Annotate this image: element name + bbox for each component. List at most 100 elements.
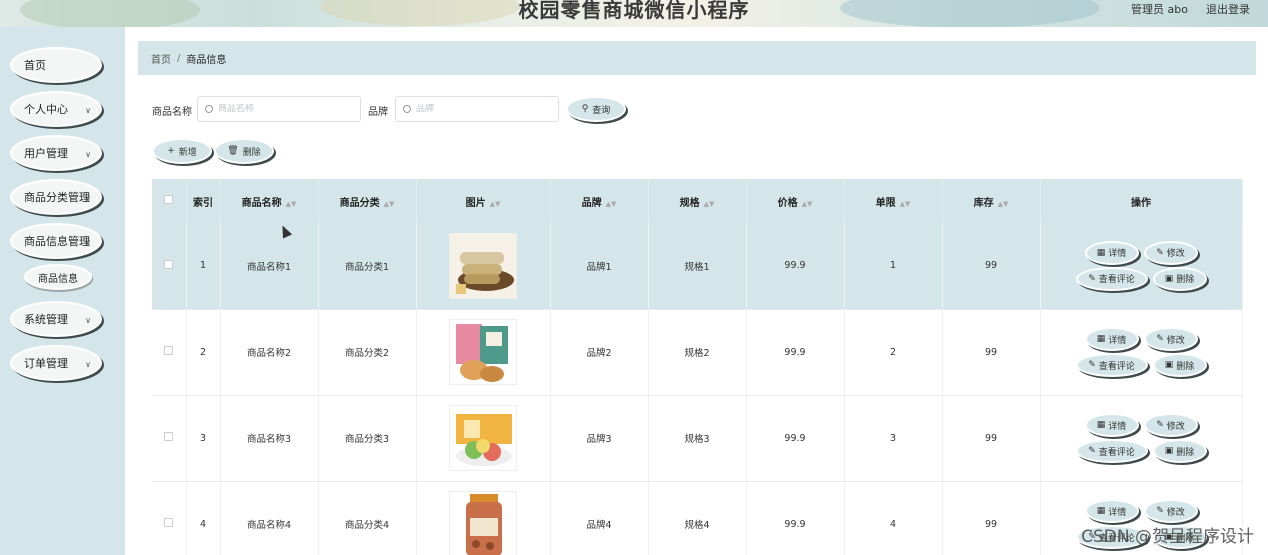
select-all-checkbox[interactable] (164, 195, 174, 204)
document-icon: ▦ (1096, 334, 1106, 344)
row-checkbox[interactable] (164, 432, 174, 441)
product-image[interactable] (449, 319, 517, 385)
edit-label: 修改 (1166, 507, 1185, 518)
view-comments-button[interactable]: ✎ 查看评论 (1075, 439, 1148, 463)
spec-cell: 规格3 (648, 395, 747, 482)
row-checkbox-cell[interactable] (152, 223, 187, 310)
sidebar-item-system-management[interactable]: 系统管理 ∨ (10, 301, 102, 337)
row-checkbox[interactable] (164, 259, 174, 269)
plus-icon: + (167, 146, 175, 156)
sort-icon[interactable]: ▲▼ (384, 200, 395, 208)
price-cell: 99.9 (746, 309, 845, 396)
detail-label: 详情 (1108, 507, 1127, 518)
breadcrumb-home[interactable]: 首页 (151, 51, 171, 66)
column-header-stock[interactable]: 库存 ▲▼ (942, 179, 1041, 223)
edit-button[interactable]: ✎ 修改 (1143, 499, 1198, 523)
detail-label: 详情 (1108, 421, 1127, 432)
sidebar-item-order-management[interactable]: 订单管理 ∨ (10, 345, 102, 381)
edit-button[interactable]: ✎ 修改 (1143, 327, 1198, 351)
sort-icon[interactable]: ▲▼ (900, 200, 911, 208)
product-image[interactable] (449, 405, 517, 471)
batch-delete-button[interactable]: 🗑 删除 (214, 138, 274, 164)
pencil-icon: ✎ (1156, 420, 1164, 430)
sidebar-item-label: 商品分类管理 (24, 191, 90, 204)
edit-label: 修改 (1166, 335, 1185, 346)
header-label: 规格 (679, 197, 700, 209)
row-checkbox-cell[interactable] (152, 395, 187, 482)
logout-link[interactable]: 退出登录 (1206, 1, 1250, 17)
column-header-brand[interactable]: 品牌 ▲▼ (550, 179, 649, 223)
image-cell (416, 481, 551, 555)
edit-label: 修改 (1166, 421, 1185, 432)
chevron-down-icon: ∨ (85, 194, 91, 203)
sidebar-subitem-product-info[interactable]: 商品信息 (24, 264, 92, 290)
detail-button[interactable]: ▦ 详情 (1084, 413, 1139, 437)
row-checkbox-cell[interactable] (152, 309, 187, 396)
row-checkbox-cell[interactable] (152, 481, 187, 555)
add-button-label: 新增 (178, 147, 197, 158)
sidebar-item-user-management[interactable]: 用户管理 ∨ (10, 135, 102, 171)
header-label: 库存 (973, 197, 994, 209)
search-brand-input[interactable] (416, 104, 536, 114)
sort-icon[interactable]: ▲▼ (606, 200, 617, 208)
sort-icon[interactable]: ▲▼ (490, 200, 501, 208)
delete-button[interactable]: ▣ 删除 (1152, 353, 1207, 377)
brand-cell: 品牌3 (550, 395, 649, 482)
action-row: ▦ 详情 ✎ 修改 (1041, 240, 1242, 265)
row-checkbox[interactable] (164, 346, 174, 355)
query-button-label: 查询 (592, 105, 611, 116)
sidebar-subitem-label: 商品信息 (38, 273, 78, 285)
sidebar: 首页 个人中心 ∨ 用户管理 ∨ 商品分类管理 ∨ 商品信息管理 ∨ 商品信息 … (0, 27, 125, 555)
product-image[interactable] (449, 491, 517, 555)
spec-cell: 规格2 (648, 309, 747, 396)
sidebar-item-category-management[interactable]: 商品分类管理 ∨ (10, 179, 102, 215)
stock-cell: 99 (942, 395, 1041, 482)
action-row: ✎ 查看评论 ▣ 删除 (1041, 439, 1242, 463)
price-cell: 99.9 (746, 395, 845, 482)
sort-icon[interactable]: ▲▼ (286, 200, 297, 208)
edit-button[interactable]: ✎ 修改 (1143, 240, 1198, 265)
product-image[interactable] (449, 232, 517, 299)
delete-button[interactable]: ▣ 删除 (1152, 266, 1207, 291)
column-header-spec[interactable]: 规格 ▲▼ (648, 179, 747, 223)
detail-button[interactable]: ▦ 详情 (1084, 327, 1139, 351)
stock-cell: 99 (942, 309, 1041, 396)
search-name-field[interactable] (197, 96, 361, 122)
edit-button[interactable]: ✎ 修改 (1143, 413, 1198, 437)
price-cell: 99.9 (746, 481, 845, 555)
select-all-header[interactable] (152, 179, 187, 223)
admin-user-label[interactable]: 管理员 abo (1131, 1, 1188, 17)
detail-button[interactable]: ▦ 详情 (1084, 240, 1139, 265)
column-header-limit[interactable]: 单限 ▲▼ (844, 179, 943, 223)
add-button[interactable]: + 新增 (152, 138, 212, 164)
query-button[interactable]: ⚲ 查询 (566, 96, 626, 122)
column-header-image[interactable]: 图片 ▲▼ (416, 179, 551, 223)
edit-label: 修改 (1166, 249, 1185, 260)
search-brand-field[interactable] (395, 96, 559, 122)
pencil-icon: ✎ (1088, 360, 1096, 370)
table-row[interactable]: 3 商品名称3 商品分类3 品牌3 规格3 99.9 3 99 ▦ 详情 ✎ 修改 … (152, 395, 1243, 482)
sidebar-item-personal-center[interactable]: 个人中心 ∨ (10, 91, 102, 127)
table-row[interactable]: 2 商品名称2 商品分类2 品牌2 规格2 99.9 2 99 ▦ 详情 ✎ 修改 … (152, 309, 1243, 396)
detail-button[interactable]: ▦ 详情 (1084, 499, 1139, 523)
delete-button[interactable]: ▣ 删除 (1152, 439, 1207, 463)
header-label: 索引 (193, 197, 213, 209)
table-row[interactable]: 1 商品名称1 商品分类1 品牌1 规格1 99.9 1 99 ▦ 详情 ✎ 修改 … (152, 223, 1243, 310)
sort-icon[interactable]: ▲▼ (704, 200, 715, 208)
product-table: 索引 商品名称 ▲▼ 商品分类 ▲▼ 图片 ▲▼ 品牌 ▲▼ 规格 ▲▼ 价格 ▲▼ 单限 ▲… (152, 179, 1243, 555)
sidebar-item-product-management[interactable]: 商品信息管理 ∨ (10, 223, 102, 259)
table-row[interactable]: 4 商品名称4 商品分类4 品牌4 规格4 99.9 4 99 ▦ 详情 ✎ 修改 … (152, 481, 1243, 555)
column-header-name[interactable]: 商品名称 ▲▼ (220, 179, 319, 223)
sort-icon[interactable]: ▲▼ (998, 200, 1009, 208)
sort-icon[interactable]: ▲▼ (802, 200, 813, 208)
column-header-price[interactable]: 价格 ▲▼ (746, 179, 845, 223)
row-checkbox[interactable] (164, 518, 174, 527)
chevron-down-icon: ∨ (85, 360, 91, 369)
sidebar-item-label: 商品信息管理 (24, 235, 90, 248)
header-label: 单限 (875, 197, 896, 209)
search-name-input[interactable] (218, 104, 338, 114)
column-header-category[interactable]: 商品分类 ▲▼ (318, 179, 417, 223)
sidebar-item-home[interactable]: 首页 (10, 47, 102, 83)
view-comments-button[interactable]: ✎ 查看评论 (1075, 353, 1148, 377)
view-comments-button[interactable]: ✎ 查看评论 (1075, 266, 1148, 291)
